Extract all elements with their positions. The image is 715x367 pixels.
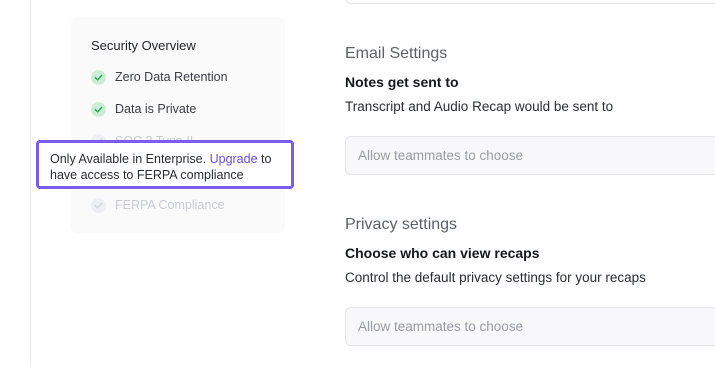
privacy-settings-heading: Choose who can view recaps: [345, 245, 540, 261]
security-item-ferpa: FERPA Compliance: [91, 196, 225, 214]
privacy-settings-description: Control the default privacy settings for…: [345, 270, 646, 285]
security-item-label: Data is Private: [115, 102, 197, 116]
security-item-label: FERPA Compliance: [115, 198, 225, 212]
tooltip-line-2: have access to FERPA compliance: [50, 168, 244, 182]
email-recipients-select[interactable]: Allow teammates to choose: [345, 136, 715, 175]
email-settings-heading: Notes get sent to: [345, 74, 459, 90]
security-item-data-private: Data is Private: [91, 100, 196, 118]
privacy-visibility-select[interactable]: Allow teammates to choose: [345, 307, 715, 346]
security-item-zero-data-retention: Zero Data Retention: [91, 68, 228, 86]
email-settings-description: Transcript and Audio Recap would be sent…: [345, 99, 614, 114]
previous-field-box[interactable]: [345, 0, 715, 4]
settings-page: Security Overview Zero Data Retention Da…: [0, 0, 715, 367]
upgrade-link[interactable]: Upgrade: [210, 152, 258, 166]
check-circle-icon: [91, 69, 106, 85]
check-circle-icon: [91, 197, 106, 213]
tooltip-suffix: to: [261, 152, 272, 166]
email-settings-title: Email Settings: [345, 45, 448, 62]
select-value: Allow teammates to choose: [358, 148, 524, 163]
privacy-settings-title: Privacy settings: [345, 216, 458, 233]
security-overview-title: Security Overview: [91, 38, 196, 53]
select-value: Allow teammates to choose: [358, 319, 524, 334]
tooltip-prefix: Only Available in Enterprise.: [50, 152, 207, 166]
enterprise-upgrade-tooltip: Only Available in Enterprise. Upgrade to…: [36, 140, 294, 189]
check-circle-icon: [91, 101, 106, 117]
security-item-label: Zero Data Retention: [115, 70, 228, 84]
tooltip-line-1: Only Available in Enterprise. Upgrade to: [50, 151, 280, 167]
sidebar-divider: [30, 0, 31, 367]
security-overview-card: Security Overview Zero Data Retention Da…: [71, 17, 285, 233]
